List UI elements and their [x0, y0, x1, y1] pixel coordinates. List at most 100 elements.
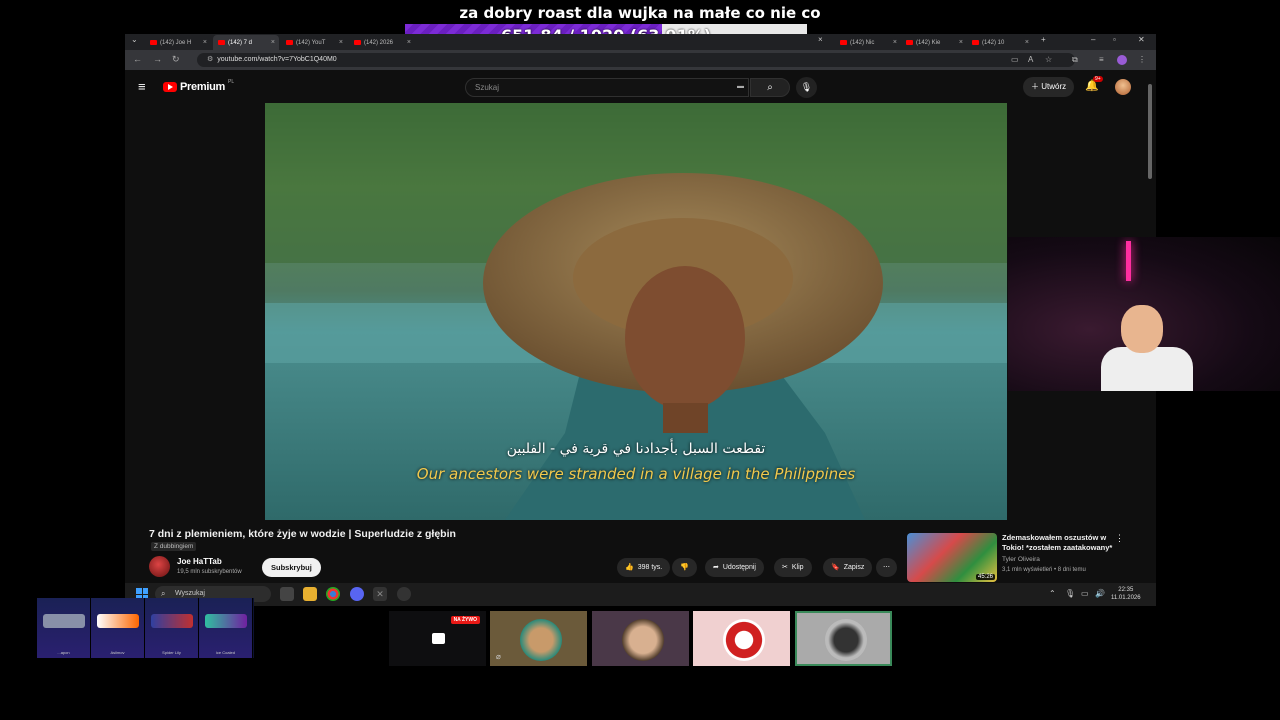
recommended-meta: 3,1 mln wyświetleń • 8 dni temu — [1002, 567, 1086, 573]
recommended-title[interactable]: Zdemaskowałem oszustów w Tokio! *zostałe… — [1002, 533, 1114, 553]
obs-icon[interactable] — [397, 587, 411, 601]
search-input[interactable]: Szukaj — [465, 78, 749, 97]
reload-icon[interactable]: ↻ — [172, 54, 180, 65]
account-avatar[interactable] — [1115, 79, 1131, 95]
close-tab-icon[interactable]: × — [818, 35, 823, 44]
browser-tab[interactable]: (142) Kie × — [901, 35, 967, 50]
gun-icon — [151, 614, 193, 628]
stream-goal-title: za dobry roast dla wujka na małe co nie … — [459, 4, 821, 22]
gun-icon — [97, 614, 139, 628]
keyboard-icon[interactable]: ▬ — [737, 83, 744, 90]
skin-card: Spider Lily — [145, 598, 199, 658]
save-button[interactable]: 🔖 Zapisz — [823, 558, 873, 577]
youtube-play-icon — [163, 82, 177, 92]
browser-tab[interactable]: (142) 10 × — [967, 35, 1033, 50]
more-dots-icon: ⋯ — [883, 564, 890, 571]
menu-dots-icon[interactable]: ⋮ — [1138, 55, 1146, 64]
microphone-tray-icon[interactable]: 🎙 — [1065, 589, 1075, 598]
gun-icon — [43, 614, 85, 628]
close-tab-icon[interactable]: × — [407, 39, 411, 46]
new-tab-icon[interactable]: + — [1041, 35, 1046, 44]
more-actions-button[interactable]: ⋯ — [876, 558, 897, 577]
back-icon[interactable]: ← — [133, 54, 142, 64]
monitor-icon — [432, 633, 445, 644]
share-button[interactable]: ➦ Udostępnij — [705, 558, 764, 577]
volume-icon[interactable]: 🔊 — [1095, 589, 1105, 598]
browser-tab[interactable]: (142) Nic × — [835, 35, 901, 50]
live-tile: NA ŻYWO — [389, 611, 486, 666]
avatar-tile — [592, 611, 689, 666]
xbox-icon[interactable]: ✕ — [373, 587, 387, 601]
taskbar-clock[interactable]: 22:35 11.01.2026 — [1111, 586, 1141, 602]
url-field[interactable]: ⚙ youtube.com/watch?v=7YobC1Q40M0 — [197, 53, 1075, 67]
youtube-logo[interactable]: Premium PL — [163, 79, 234, 93]
plus-icon: ＋ — [1031, 82, 1042, 91]
page-scrollbar[interactable] — [1148, 84, 1152, 179]
youtube-header: ≡ Premium PL Szukaj ▬ ⌕ 🎙 ＋ Utwórz 🔔 9+ — [125, 70, 1156, 104]
close-tab-icon[interactable]: × — [893, 39, 897, 46]
close-tab-icon[interactable]: × — [271, 39, 275, 46]
recommended-more-icon[interactable]: ⋮ — [1115, 533, 1124, 544]
tray-chevron-icon[interactable]: ⌃ — [1049, 589, 1056, 598]
task-view-icon[interactable] — [280, 587, 294, 601]
browser-tab-active[interactable]: (142) 7 d × — [213, 35, 279, 50]
create-label: Utwórz — [1041, 82, 1067, 91]
hamburger-menu-icon[interactable]: ≡ — [138, 79, 146, 94]
taskbar-search-label: Wyszukaj — [175, 590, 205, 597]
translate-icon[interactable]: A — [1028, 55, 1033, 64]
recommended-duration: 45:26 — [975, 574, 995, 580]
network-icon[interactable]: ▭ — [1081, 589, 1089, 598]
skin-name: ice Coaled — [216, 650, 235, 655]
close-window-icon[interactable]: ✕ — [1138, 35, 1145, 44]
search-icon: ⌕ — [767, 82, 773, 93]
save-label: Zapisz — [843, 564, 865, 571]
avatar-image — [622, 619, 664, 661]
clip-button[interactable]: ✂ Klip — [774, 558, 812, 577]
like-button[interactable]: 👍 398 tys. — [617, 558, 671, 577]
close-tab-icon[interactable]: × — [959, 39, 963, 46]
clock-date: 11.01.2026 — [1111, 595, 1141, 601]
channel-subscriber-count: 19,5 mln subskrybentów — [177, 569, 242, 575]
recommended-thumbnail[interactable]: 45:26 — [907, 533, 997, 582]
cast-icon[interactable]: ▭ — [1011, 55, 1019, 64]
close-tab-icon[interactable]: × — [339, 39, 343, 46]
share-icon: ➦ — [713, 564, 719, 571]
tab-label: (142) 10 — [982, 39, 1005, 46]
forward-icon[interactable]: → — [153, 54, 162, 64]
file-explorer-icon[interactable] — [303, 587, 317, 601]
webcam-overlay — [1008, 237, 1280, 391]
browser-tab[interactable]: (142) YouT × — [281, 35, 347, 50]
youtube-favicon-icon — [150, 40, 157, 45]
reading-list-icon[interactable]: ≡ — [1099, 55, 1104, 64]
skin-card: ice Coaled — [199, 598, 253, 658]
tab-search-icon[interactable]: ⌄ — [131, 35, 138, 44]
browser-tab[interactable]: (142) Joe H × — [145, 35, 211, 50]
search-button[interactable]: ⌕ — [750, 78, 790, 97]
gun-icon — [205, 614, 247, 628]
dislike-button[interactable]: 👎 — [672, 558, 697, 577]
avatar-tile: ⌀ — [490, 611, 587, 666]
tab-label: (142) 7 d — [228, 39, 253, 46]
profile-icon[interactable] — [1117, 55, 1127, 65]
maximize-icon[interactable]: ▫ — [1113, 35, 1116, 44]
channel-avatar[interactable] — [149, 556, 170, 577]
bookmark-star-icon[interactable]: ☆ — [1045, 55, 1052, 64]
close-tab-icon[interactable]: × — [1025, 39, 1029, 46]
video-player[interactable]: تقطعت السبل بأجدادنا في قرية في - الفلبي… — [265, 103, 1007, 520]
tab-label: (142) Joe H — [160, 39, 192, 46]
extensions-icon[interactable]: ⧉ — [1072, 55, 1078, 65]
address-bar-row: ← → ↻ ⚙ youtube.com/watch?v=7YobC1Q40M0 ▭… — [125, 50, 1156, 70]
create-button[interactable]: ＋ Utwórz — [1023, 77, 1075, 97]
recommended-channel[interactable]: Tyler Oliveira — [1002, 556, 1040, 563]
subscribe-button[interactable]: Subskrybuj — [262, 558, 321, 577]
chrome-icon[interactable] — [326, 587, 340, 601]
skin-card: ...apon — [37, 598, 91, 658]
video-title: 7 dni z plemieniem, które żyje w wodzie … — [149, 528, 456, 540]
minimize-icon[interactable]: – — [1091, 35, 1095, 44]
discord-icon[interactable] — [350, 587, 364, 601]
site-info-icon[interactable]: ⚙ — [207, 56, 213, 63]
close-tab-icon[interactable]: × — [203, 39, 207, 46]
channel-name[interactable]: Joe HaTTab — [177, 557, 222, 566]
voice-search-button[interactable]: 🎙 — [796, 77, 817, 98]
browser-tab[interactable]: (142) 2026 × — [349, 35, 415, 50]
